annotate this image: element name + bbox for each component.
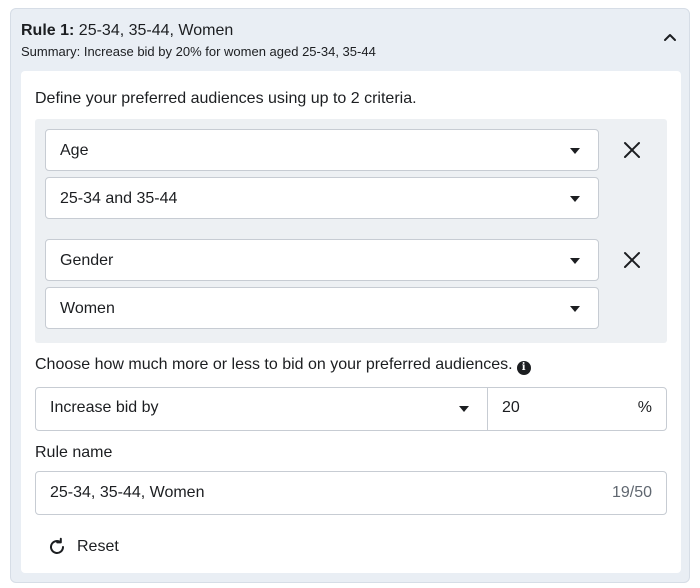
bid-label-text: Choose how much more or less to bid on y… bbox=[35, 356, 513, 373]
caret-down-icon bbox=[570, 148, 580, 154]
bid-amount-value: 20 bbox=[502, 399, 520, 416]
refresh-icon bbox=[50, 537, 64, 554]
criterion-1-type-select[interactable]: Age bbox=[45, 129, 599, 171]
rule-name-input[interactable]: 25-34, 35-44, Women 19/50 bbox=[35, 471, 667, 515]
bid-amount-input[interactable]: 20 % bbox=[488, 388, 666, 430]
rule-title: Rule 1: 25-34, 35-44, Women bbox=[21, 21, 621, 41]
bid-row: Increase bid by 20 % bbox=[35, 387, 667, 431]
criterion-2-value-select[interactable]: Women bbox=[45, 287, 599, 329]
rule-title-prefix: Rule 1: bbox=[21, 22, 75, 39]
criterion-2-value: Women bbox=[60, 300, 115, 317]
reset-button[interactable]: Reset bbox=[47, 535, 119, 559]
bid-action-select[interactable]: Increase bid by bbox=[36, 388, 488, 430]
criterion-1-value-select[interactable]: 25-34 and 35-44 bbox=[45, 177, 599, 219]
criteria-box: Age 25-34 and 35-44 Gender Women bbox=[35, 119, 667, 343]
info-icon[interactable]: i bbox=[516, 361, 531, 375]
close-icon[interactable] bbox=[620, 248, 644, 272]
bid-action-value: Increase bid by bbox=[50, 399, 159, 416]
rule-title-value: 25-34, 35-44, Women bbox=[74, 22, 234, 39]
criterion-1-value: 25-34 and 35-44 bbox=[60, 190, 178, 207]
reset-label: Reset bbox=[77, 538, 119, 555]
bid-label: Choose how much more or less to bid on y… bbox=[35, 355, 531, 375]
criterion-1-type-value: Age bbox=[60, 142, 89, 159]
chevron-up-icon[interactable] bbox=[661, 29, 679, 47]
rule-header[interactable]: Rule 1: 25-34, 35-44, Women Summary: Inc… bbox=[21, 21, 621, 61]
caret-down-icon bbox=[459, 406, 469, 412]
caret-down-icon bbox=[570, 258, 580, 264]
rule-name-label: Rule name bbox=[35, 444, 113, 461]
close-icon[interactable] bbox=[620, 138, 644, 162]
caret-down-icon bbox=[570, 196, 580, 202]
rule-card: Define your preferred audiences using up… bbox=[21, 71, 681, 573]
rule-summary: Summary: Increase bid by 20% for women a… bbox=[21, 44, 376, 59]
rule-name-char-count: 19/50 bbox=[611, 484, 652, 501]
rule-name-value: 25-34, 35-44, Women bbox=[50, 484, 205, 501]
bid-unit: % bbox=[637, 399, 652, 416]
criterion-2-type-value: Gender bbox=[60, 252, 114, 269]
caret-down-icon bbox=[570, 306, 580, 312]
rule-panel: Rule 1: 25-34, 35-44, Women Summary: Inc… bbox=[10, 8, 690, 583]
criterion-2-type-select[interactable]: Gender bbox=[45, 239, 599, 281]
criteria-intro: Define your preferred audiences using up… bbox=[35, 90, 417, 107]
